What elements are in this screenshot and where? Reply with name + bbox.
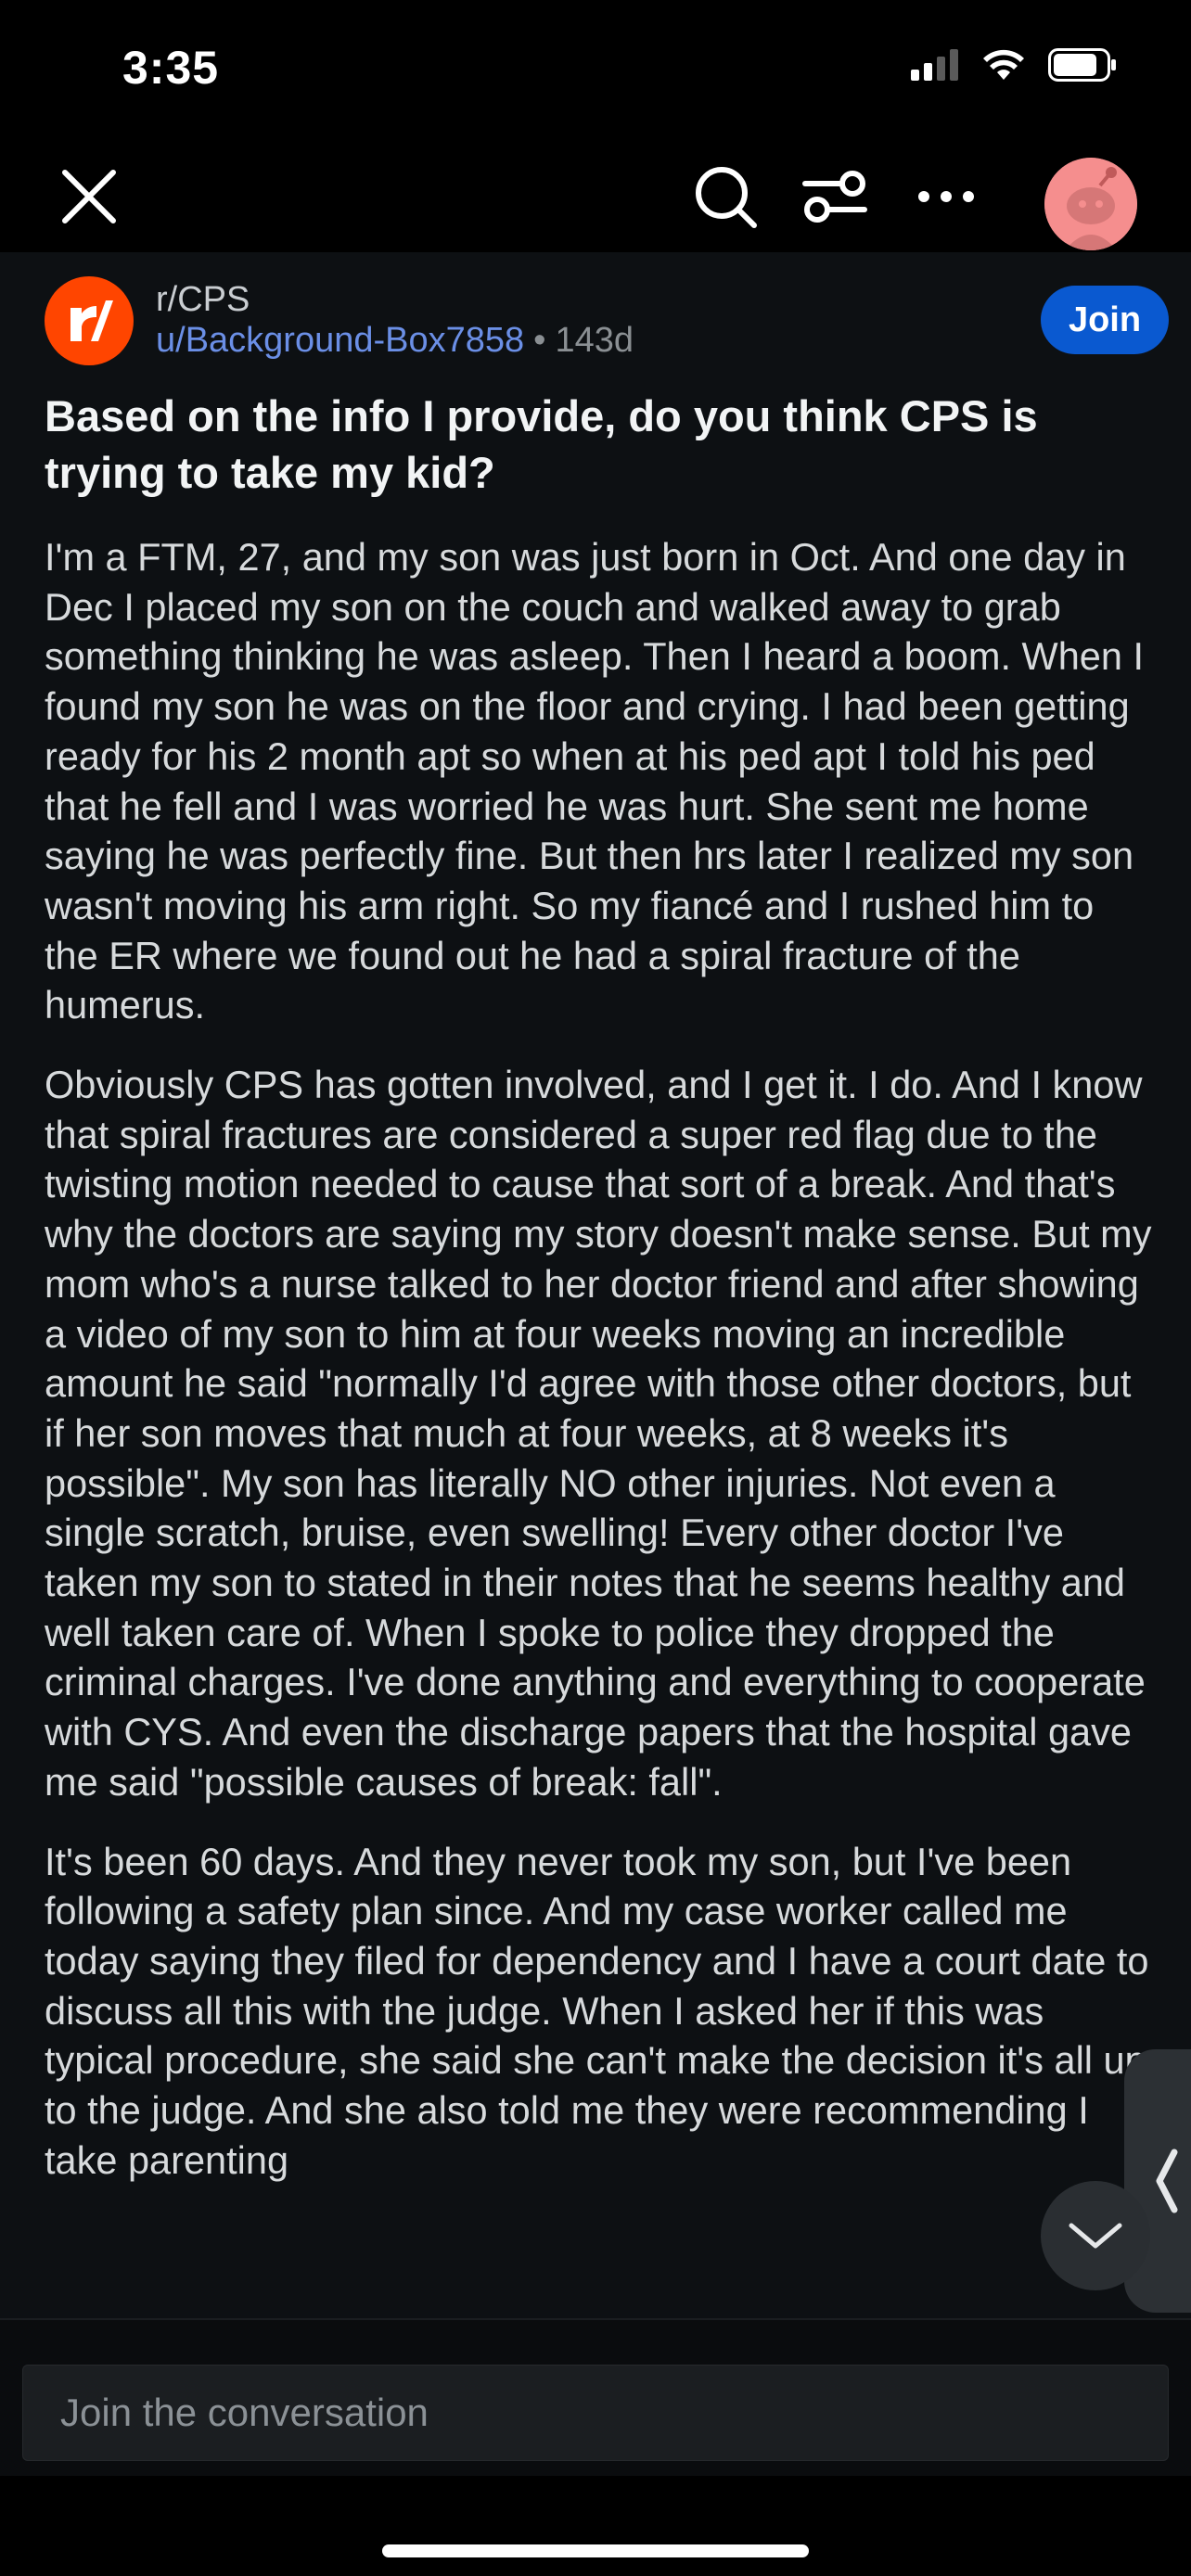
post-meta: u/Background-Box7858 • 143d bbox=[156, 321, 634, 361]
filter-button[interactable] bbox=[796, 158, 874, 236]
home-indicator-area bbox=[0, 2476, 1191, 2576]
more-horizontal-icon bbox=[918, 191, 974, 202]
meta-separator: • bbox=[533, 321, 546, 360]
reply-bar: Join the conversation bbox=[0, 2318, 1191, 2476]
post-age: 143d bbox=[555, 321, 634, 360]
status-bar: 3:35 bbox=[0, 0, 1191, 139]
chevron-down-icon bbox=[1069, 2223, 1122, 2249]
post-body: I'm a FTM, 27, and my son was just born … bbox=[45, 532, 1158, 2215]
wifi-icon bbox=[983, 49, 1024, 80]
home-indicator[interactable] bbox=[382, 2544, 809, 2557]
post-paragraph: I'm a FTM, 27, and my son was just born … bbox=[45, 535, 1144, 1027]
comment-input[interactable]: Join the conversation bbox=[22, 2365, 1169, 2461]
status-icons bbox=[911, 48, 1117, 82]
post-paragraph: It's been 60 days. And they never took m… bbox=[45, 1839, 1149, 2182]
author-link[interactable]: u/Background-Box7858 bbox=[156, 321, 524, 360]
signal-icon bbox=[911, 49, 958, 81]
search-icon bbox=[696, 167, 757, 228]
close-icon bbox=[62, 170, 116, 223]
post-title: Based on the info I provide, do you thin… bbox=[45, 391, 1038, 497]
sliders-icon bbox=[802, 171, 867, 223]
chevron-left-icon bbox=[1156, 2149, 1178, 2213]
search-button[interactable] bbox=[686, 158, 764, 236]
status-time: 3:35 bbox=[122, 42, 220, 94]
post-content: r/CPS u/Background-Box7858 • 143d Join Bas… bbox=[0, 252, 1191, 2318]
subreddit-icon-button[interactable] bbox=[45, 276, 134, 365]
user-avatar-button[interactable] bbox=[1044, 158, 1137, 250]
join-button[interactable]: Join bbox=[1041, 286, 1169, 354]
close-button[interactable] bbox=[52, 159, 126, 234]
subreddit-logo-icon bbox=[70, 300, 113, 341]
subreddit-name[interactable]: r/CPS bbox=[156, 280, 250, 320]
scroll-down-button[interactable] bbox=[1041, 2181, 1150, 2290]
battery-icon bbox=[1048, 48, 1116, 82]
user-avatar-icon bbox=[1044, 158, 1137, 250]
more-button[interactable] bbox=[907, 158, 985, 236]
top-bar bbox=[0, 139, 1191, 252]
post-paragraph: Obviously CPS has gotten involved, and I… bbox=[45, 1063, 1152, 1804]
